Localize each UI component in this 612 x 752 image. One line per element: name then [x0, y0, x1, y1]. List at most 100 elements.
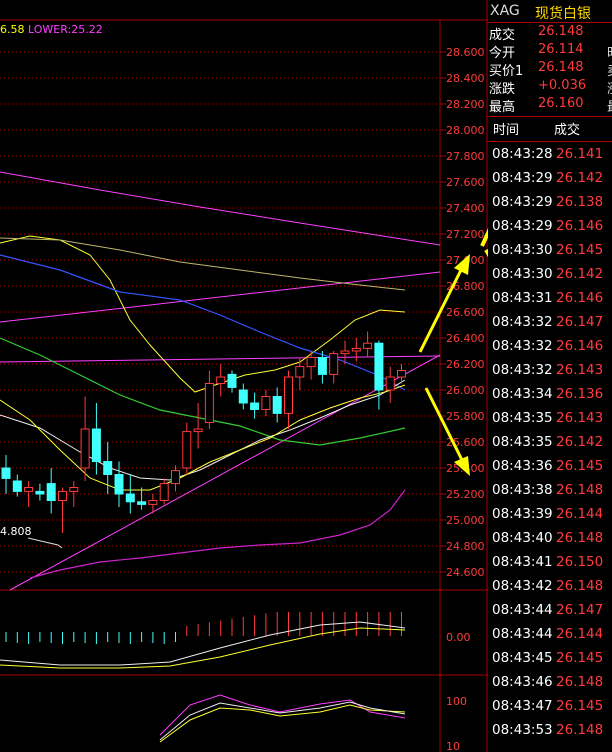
tick-row[interactable]: 08:43:29 26.138 [488, 194, 612, 218]
tick-row[interactable]: 08:43:41 26.150 [488, 554, 612, 578]
y-axis-label: 28.400 [446, 72, 485, 85]
tick-row[interactable]: 08:43:30 26.145 [488, 242, 612, 266]
y-axis-label: 26.600 [446, 306, 485, 319]
quote-edge-char: 涨 [607, 78, 612, 97]
lower-band-magenta [29, 489, 406, 579]
candle-body [306, 357, 316, 368]
y-axis-label: 27.400 [446, 202, 485, 215]
min-marker-label: 4.808 [0, 525, 32, 538]
candle-body [1, 467, 11, 479]
tick-price: 26.145 [556, 242, 604, 258]
candle-body [295, 366, 305, 378]
tick-price: 26.144 [556, 506, 604, 522]
y-axis-labels: 28.600 28.400 28.200 28.000 27.800 27.600 27.4… [446, 46, 485, 579]
candle-body [329, 353, 339, 375]
tick-row[interactable]: 08:43:45 26.145 [488, 650, 612, 674]
candle-body [69, 487, 79, 492]
quote-value: 26.148 [538, 60, 584, 75]
tick-row[interactable]: 08:43:40 26.148 [488, 530, 612, 554]
tick-row[interactable]: 08:43:32 26.143 [488, 362, 612, 386]
kline-chart-area[interactable]: 6.58 LOWER:25.22 28.600 28.400 28.200 28.00… [0, 0, 488, 752]
tick-price: 26.148 [556, 530, 604, 546]
boll-mid-khaki [0, 237, 406, 291]
boll-lower-yellow [0, 384, 406, 491]
candle-body [35, 490, 45, 495]
y-axis-label: 25.000 [446, 514, 485, 527]
tick-price: 26.148 [556, 482, 604, 498]
tick-row[interactable]: 08:43:36 26.145 [488, 458, 612, 482]
candle-body [250, 402, 260, 410]
candlesticks [1, 331, 406, 533]
tick-row[interactable]: 08:43:44 26.147 [488, 602, 612, 626]
y-axis-label: 27.800 [446, 150, 485, 163]
tick-row[interactable]: 08:43:31 26.146 [488, 290, 612, 314]
quote-row: 买价1 26.148 卖 [488, 60, 612, 79]
tick-row[interactable]: 08:43:39 26.144 [488, 506, 612, 530]
y-axis-label: 26.400 [446, 332, 485, 345]
kdj-axis-bottom: 10 [446, 740, 460, 752]
tick-row[interactable]: 08:43:32 26.146 [488, 338, 612, 362]
tick-row[interactable]: 08:43:53 26.148 [488, 722, 612, 746]
candle-body [397, 370, 406, 378]
tick-price: 26.136 [556, 386, 604, 402]
candle-body [374, 342, 384, 391]
tick-time: 08:43:41 [492, 554, 553, 570]
quote-label: 涨跌 [489, 82, 516, 97]
tick-row[interactable]: 08:43:35 26.142 [488, 434, 612, 458]
symbol-name: 现货白银 [535, 6, 591, 22]
tick-time: 08:43:32 [492, 362, 553, 378]
y-axis-label: 26.000 [446, 384, 485, 397]
tick-row[interactable]: 08:43:47 26.145 [488, 698, 612, 722]
kdj-white [159, 701, 406, 741]
y-axis-label: 28.200 [446, 98, 485, 111]
y-axis-label: 27.200 [446, 228, 485, 241]
candle-body [12, 480, 22, 492]
tick-time: 08:43:44 [492, 626, 553, 642]
y-axis-label: 25.200 [446, 488, 485, 501]
tick-price: 26.146 [556, 218, 604, 234]
tick-row[interactable]: 08:43:44 26.144 [488, 626, 612, 650]
ticks-header-time: 时间 [493, 123, 520, 138]
tick-row[interactable]: 08:43:29 26.142 [488, 170, 612, 194]
quote-row: 成交 26.148 [488, 24, 612, 43]
tick-row[interactable]: 08:43:42 26.148 [488, 578, 612, 602]
tick-row[interactable]: 08:43:30 26.142 [488, 266, 612, 290]
macd-signal-yellow [0, 627, 406, 669]
quote-value: 26.148 [538, 24, 584, 39]
tick-time: 08:43:42 [492, 578, 553, 594]
quote-row: 最高 26.160 最 [488, 96, 612, 115]
tick-row[interactable]: 08:43:28 26.141 [488, 146, 612, 170]
y-axis-label: 25.800 [446, 410, 485, 423]
candle-body [216, 376, 226, 384]
tick-time: 08:43:32 [492, 314, 553, 330]
quote-label: 最高 [489, 100, 516, 115]
tick-time: 08:43:28 [492, 146, 553, 162]
candle-body [159, 483, 169, 502]
tick-price: 26.150 [556, 554, 604, 570]
tick-row[interactable]: 08:43:35 26.143 [488, 410, 612, 434]
tick-time: 08:43:38 [492, 482, 553, 498]
ma-blue [0, 254, 406, 391]
candle-body [171, 470, 180, 485]
horizontal-line-magenta [0, 355, 441, 363]
tick-time: 08:43:35 [492, 434, 553, 450]
candle-body [363, 342, 373, 349]
tick-row[interactable]: 08:43:32 26.147 [488, 314, 612, 338]
candle-body [125, 493, 135, 503]
tick-time: 08:43:39 [492, 506, 553, 522]
candle-body [46, 483, 56, 502]
tick-row[interactable]: 08:43:38 26.148 [488, 482, 612, 506]
tick-price: 26.145 [556, 650, 604, 666]
tick-row[interactable]: 08:43:46 26.148 [488, 674, 612, 698]
tick-row[interactable]: 08:43:34 26.136 [488, 386, 612, 410]
y-axis-label: 28.000 [446, 124, 485, 137]
candle-body [204, 383, 214, 423]
quote-value: 26.160 [538, 96, 584, 111]
symbol-code: XAG [490, 3, 520, 19]
tick-price: 26.145 [556, 458, 604, 474]
tick-price: 26.146 [556, 290, 604, 306]
macd-line-white [0, 621, 406, 666]
tick-row[interactable]: 08:43:29 26.146 [488, 218, 612, 242]
tick-price: 26.145 [556, 698, 604, 714]
kline-chart[interactable]: 6.58 LOWER:25.22 28.600 28.400 28.200 28.00… [0, 0, 488, 752]
